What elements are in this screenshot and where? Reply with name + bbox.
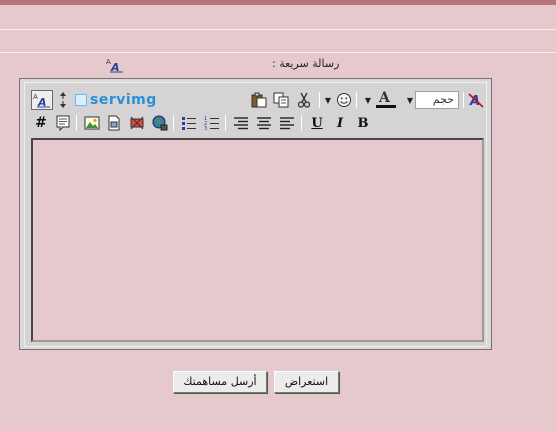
message-textarea[interactable] — [31, 138, 484, 342]
video-icon[interactable] — [128, 114, 146, 132]
svg-text:A: A — [378, 90, 391, 106]
image-icon[interactable] — [83, 114, 101, 132]
link-globe-icon[interactable] — [151, 114, 169, 132]
bullet-list-icon[interactable] — [180, 114, 198, 132]
divider-line — [0, 29, 556, 30]
align-right-icon[interactable] — [232, 114, 250, 132]
text-format-toggle-icon[interactable]: A A — [106, 57, 124, 74]
resize-arrows-icon[interactable] — [58, 91, 68, 109]
font-size-select[interactable]: حجم — [415, 91, 459, 109]
toolbar-separator — [76, 115, 77, 131]
file-icon[interactable] — [105, 114, 123, 132]
servimg-label: servimg — [90, 92, 157, 108]
submit-button[interactable]: أرسل مساهمتك — [173, 371, 267, 393]
remove-format-icon[interactable]: A — [467, 91, 485, 109]
font-color-icon[interactable]: A — [375, 90, 397, 108]
align-center-icon[interactable] — [255, 114, 273, 132]
svg-text:3: 3 — [204, 126, 207, 131]
cut-icon[interactable] — [295, 91, 313, 109]
toolbar-separator — [301, 115, 302, 131]
preview-button[interactable]: استعراض — [274, 371, 339, 393]
quote-icon[interactable] — [54, 114, 72, 132]
wysiwyg-toggle-icon[interactable]: A A — [31, 90, 53, 110]
size-dropdown-arrow[interactable]: ▼ — [406, 91, 414, 109]
underline-button[interactable]: U — [308, 114, 326, 132]
quick-reply-title: رسالة سريعة : — [272, 57, 340, 70]
toolbar-separator — [319, 92, 320, 108]
toolbar-separator — [225, 115, 226, 131]
servimg-icon — [75, 94, 87, 106]
smiley-dropdown-arrow[interactable]: ▼ — [324, 91, 332, 109]
font-color-dropdown-arrow[interactable]: ▼ — [364, 91, 372, 109]
copy-icon[interactable] — [272, 91, 290, 109]
editor-panel: A A servimg ▼ ▼ A ▼ حجم A # 1 2 3 U I B — [24, 82, 487, 347]
align-left-icon[interactable] — [278, 114, 296, 132]
smiley-icon[interactable] — [335, 91, 353, 109]
svg-text:A: A — [110, 61, 120, 73]
paste-icon[interactable] — [250, 91, 268, 109]
toolbar-separator — [173, 115, 174, 131]
servimg-button[interactable]: servimg — [75, 92, 157, 108]
code-hash-button[interactable]: # — [32, 114, 50, 132]
divider-line — [0, 52, 556, 53]
toolbar-separator — [356, 92, 357, 108]
top-bar — [0, 0, 556, 5]
toolbar-separator — [463, 92, 464, 108]
editor-frame: A A servimg ▼ ▼ A ▼ حجم A # 1 2 3 U I B — [19, 78, 492, 350]
svg-text:A: A — [37, 96, 47, 108]
bold-button[interactable]: B — [354, 114, 372, 132]
italic-button[interactable]: I — [331, 114, 349, 132]
numbered-list-icon[interactable]: 1 2 3 — [203, 114, 221, 132]
